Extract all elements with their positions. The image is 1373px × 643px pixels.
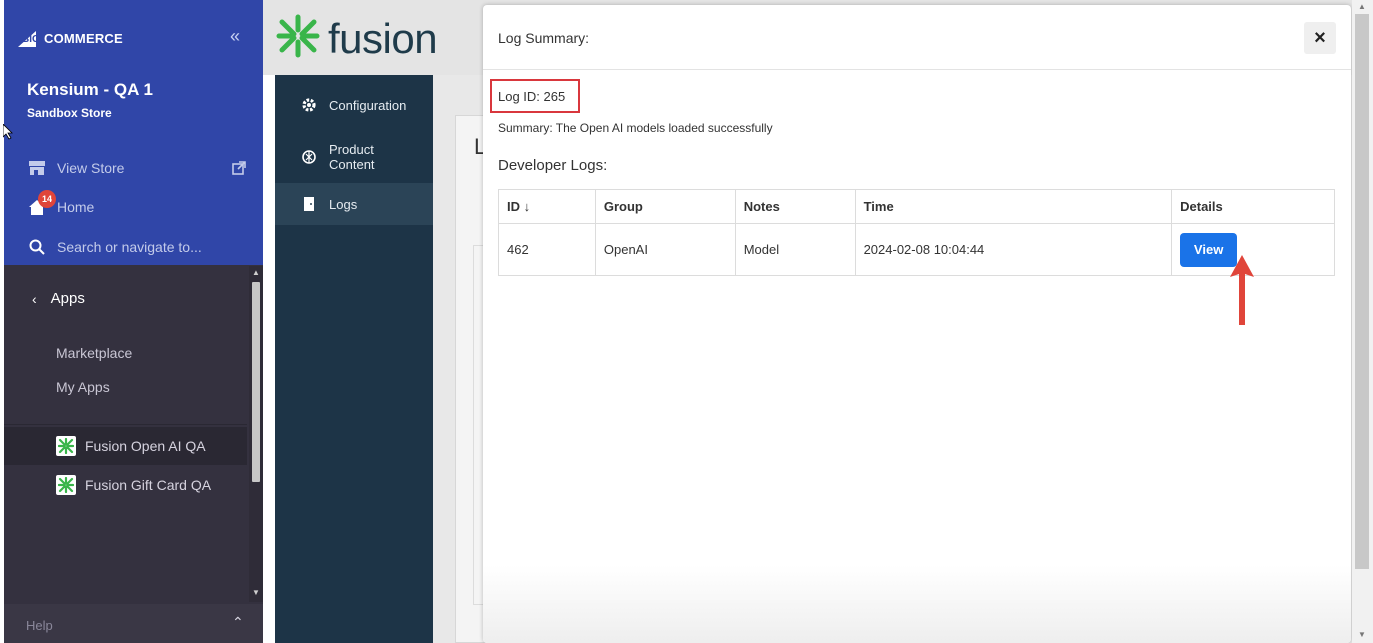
app-fusion-gift-card-qa[interactable]: Fusion Gift Card QA (4, 466, 247, 504)
my-apps-link[interactable]: My Apps (56, 379, 110, 395)
app-fusion-open-ai-qa[interactable]: Fusion Open AI QA (4, 427, 247, 465)
developer-logs-table: ID ↓ Group Notes Time Details 462 OpenAI… (498, 189, 1335, 276)
gear-icon (301, 97, 317, 113)
home-label: Home (57, 199, 95, 215)
fusion-logo-text: fusion (328, 14, 438, 62)
divider (4, 424, 247, 425)
scroll-up-icon[interactable]: ▲ (1358, 2, 1366, 11)
search-placeholder: Search or navigate to... (57, 239, 202, 255)
help-section[interactable]: Help ⌃ (4, 604, 263, 643)
scroll-down-icon[interactable]: ▼ (252, 588, 260, 597)
nav-label-line1: Product (329, 142, 374, 157)
nav-label-line2: Content (329, 157, 375, 172)
nav-logs[interactable]: Logs (275, 183, 433, 225)
column-header-id[interactable]: ID ↓ (498, 189, 596, 224)
nav-product-content[interactable]: Product Content (275, 135, 433, 179)
storefront-icon (27, 159, 47, 177)
fusion-nav: Configuration Product Content Logs (275, 75, 433, 643)
apps-title: Apps (50, 290, 85, 307)
close-button[interactable]: × (1304, 22, 1336, 54)
developer-logs-heading: Developer Logs: (498, 157, 608, 174)
chevron-up-icon: ⌃ (232, 614, 244, 630)
log-summary-text: Summary: The Open AI models loaded succe… (498, 121, 773, 135)
fusion-logo: fusion (276, 14, 438, 63)
app-label: Fusion Open AI QA (85, 438, 206, 454)
bigcommerce-logo-big: BIG (22, 34, 40, 45)
fusion-app-icon (56, 475, 76, 495)
help-label: Help (26, 618, 53, 633)
apps-back-link[interactable]: ‹ Apps (32, 290, 85, 307)
nav-configuration[interactable]: Configuration (275, 91, 433, 119)
cell-time: 2024-02-08 10:04:44 (854, 223, 1173, 276)
bigcommerce-logo-icon: BIG (18, 29, 44, 47)
red-arrow-annotation-icon (1229, 255, 1255, 332)
cell-notes: Model (734, 223, 856, 276)
sidebar-scrollbar[interactable]: ▲ ▼ (249, 266, 263, 602)
openai-icon (301, 149, 317, 165)
scroll-up-icon[interactable]: ▲ (252, 268, 260, 277)
view-store-link[interactable]: View Store (27, 157, 124, 179)
store-name: Kensium - QA 1 (27, 80, 153, 99)
table-header-row: ID ↓ Group Notes Time Details (498, 189, 1335, 224)
app-label: Fusion Gift Card QA (85, 477, 212, 493)
log-summary-modal: Log Summary: × Log ID: 265 Summary: The … (483, 5, 1351, 643)
table-row: 462 OpenAI Model 2024-02-08 10:04:44 Vie… (498, 223, 1335, 276)
cell-group: OpenAI (594, 223, 736, 276)
fusion-logo-icon (276, 14, 320, 63)
chevron-left-icon: ‹ (32, 290, 37, 307)
sidebar-scrollbar-thumb[interactable] (252, 282, 260, 482)
bigcommerce-logo[interactable]: BIG COMMERCE (18, 27, 123, 49)
column-header-time: Time (854, 189, 1173, 224)
screen: BIG COMMERCE « Kensium - QA 1 Sandbox St… (0, 0, 1373, 643)
search-navigate-input[interactable]: Search or navigate to... (27, 236, 202, 258)
scroll-down-icon[interactable]: ▼ (1358, 630, 1366, 639)
collapse-sidebar-icon[interactable]: « (230, 26, 240, 47)
nav-label: Configuration (329, 97, 407, 113)
fusion-app-icon (56, 436, 76, 456)
bigcommerce-sidebar: BIG COMMERCE « Kensium - QA 1 Sandbox St… (4, 0, 263, 643)
log-id: Log ID: 265 (498, 89, 566, 104)
modal-footer-fade (483, 565, 1351, 643)
modal-title: Log Summary: (498, 30, 590, 46)
store-type: Sandbox Store (27, 106, 112, 120)
window-scrollbar-thumb[interactable] (1355, 14, 1369, 569)
column-header-details: Details (1171, 189, 1335, 224)
search-icon (27, 238, 47, 256)
modal-header: Log Summary: × (483, 5, 1351, 70)
nav-label: Logs (329, 196, 358, 212)
column-header-group: Group (594, 189, 736, 224)
view-store-label: View Store (57, 160, 125, 176)
window-scrollbar[interactable]: ▲ ▼ (1352, 0, 1373, 643)
nav-label-wrap: Product Content (329, 142, 375, 172)
notification-badge: 14 (38, 190, 56, 208)
external-link-icon[interactable] (232, 161, 246, 175)
marketplace-link[interactable]: Marketplace (56, 345, 132, 361)
bigcommerce-logo-text: COMMERCE (44, 30, 123, 46)
column-header-notes: Notes (734, 189, 856, 224)
door-icon (301, 196, 317, 212)
mouse-cursor-icon (2, 123, 13, 145)
cell-id: 462 (498, 223, 596, 276)
